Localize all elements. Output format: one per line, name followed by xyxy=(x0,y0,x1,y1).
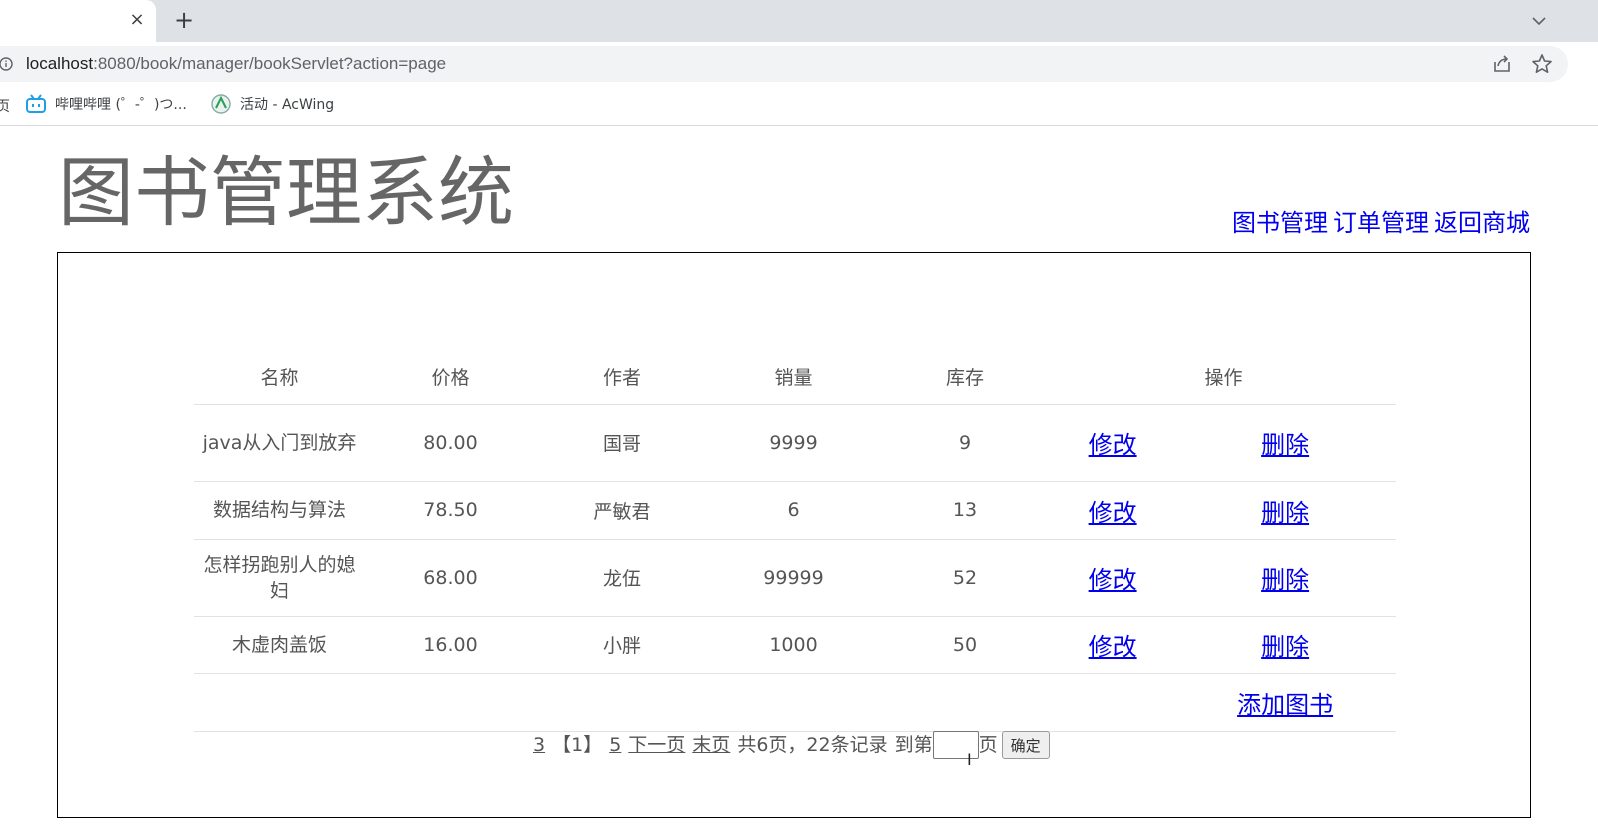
delete-link[interactable]: 删除 xyxy=(1261,431,1309,459)
book-stock: 13 xyxy=(879,481,1051,540)
page-link-next-number[interactable]: 5 xyxy=(609,731,621,759)
acwing-icon xyxy=(211,94,231,114)
chevron-down-icon[interactable] xyxy=(1526,8,1552,34)
edit-cell: 修改 xyxy=(1051,616,1175,674)
new-tab-button[interactable]: + xyxy=(170,6,198,34)
book-sales: 99999 xyxy=(708,539,879,617)
table-row: 木虚肉盖饭 16.00 小胖 1000 50 修改 删除 xyxy=(194,616,1396,674)
bookmark-acwing[interactable]: 活动 - AcWing xyxy=(210,92,334,116)
add-cell: 添加图书 xyxy=(1174,673,1396,732)
edit-cell: 修改 xyxy=(1051,404,1175,482)
url-host: localhost xyxy=(26,54,94,73)
bookmark-label: 活动 - AcWing xyxy=(240,97,335,113)
add-book-row: 添加图书 xyxy=(194,673,1396,732)
share-icon[interactable] xyxy=(1491,53,1513,75)
book-author: 国哥 xyxy=(536,404,708,482)
close-tab-icon[interactable]: × xyxy=(126,9,148,31)
col-header-stock: 库存 xyxy=(879,349,1051,405)
book-stock: 9 xyxy=(879,404,1051,482)
bookmark-star-icon[interactable] xyxy=(1530,52,1554,76)
info-icon[interactable] xyxy=(0,57,13,71)
address-url[interactable]: localhost:8080/book/manager/bookServlet?… xyxy=(26,52,446,76)
delete-link[interactable]: 删除 xyxy=(1261,633,1309,661)
book-name: 数据结构与算法 xyxy=(194,481,365,540)
add-book-link[interactable]: 添加图书 xyxy=(1237,691,1333,719)
table-row: java从入门到放弃 80.00 国哥 9999 9 修改 删除 xyxy=(194,404,1396,482)
col-header-price: 价格 xyxy=(365,349,536,405)
edit-cell: 修改 xyxy=(1051,481,1175,540)
edit-link[interactable]: 修改 xyxy=(1089,499,1137,527)
goto-suffix: 页 xyxy=(978,734,998,756)
book-stock: 52 xyxy=(879,539,1051,617)
book-stock: 50 xyxy=(879,616,1051,674)
edit-cell: 修改 xyxy=(1051,539,1175,617)
edit-link[interactable]: 修改 xyxy=(1089,566,1137,594)
book-price: 80.00 xyxy=(365,404,536,482)
page-summary: 共6页，22条记录 xyxy=(737,734,888,756)
delete-link[interactable]: 删除 xyxy=(1261,566,1309,594)
text-cursor-icon: I xyxy=(967,750,972,769)
edit-link[interactable]: 修改 xyxy=(1089,431,1137,459)
book-name: 木虚肉盖饭 xyxy=(194,616,365,674)
book-price: 68.00 xyxy=(365,539,536,617)
table-header-row: 名称 价格 作者 销量 库存 操作 xyxy=(194,349,1396,405)
col-header-sales: 销量 xyxy=(708,349,879,405)
delete-cell: 删除 xyxy=(1174,539,1396,617)
col-header-actions: 操作 xyxy=(1051,349,1396,405)
site-title: 图书管理系统 xyxy=(58,148,514,237)
current-page: 【1】 xyxy=(552,734,603,756)
book-name: 怎样拐跑别人的媳妇 xyxy=(194,539,365,617)
nav-book-manage[interactable]: 图书管理 xyxy=(1232,209,1328,237)
book-author: 严敏君 xyxy=(536,481,708,540)
bookmark-label: 哔哩哔哩 (゜-゜)つ... xyxy=(55,97,187,113)
book-price: 78.50 xyxy=(365,481,536,540)
book-sales: 9999 xyxy=(708,404,879,482)
url-path: :8080/book/manager/bookServlet?action=pa… xyxy=(93,54,447,73)
book-author: 小胖 xyxy=(536,616,708,674)
bookmark-bilibili[interactable]: 哔哩哔哩 (゜-゜)つ... xyxy=(25,92,187,116)
nav-order-manage[interactable]: 订单管理 xyxy=(1333,209,1429,237)
col-header-name: 名称 xyxy=(194,349,365,405)
last-page-link[interactable]: 末页 xyxy=(692,731,730,759)
book-price: 16.00 xyxy=(365,616,536,674)
delete-link[interactable]: 删除 xyxy=(1261,499,1309,527)
goto-confirm-button[interactable]: 确定 xyxy=(1001,731,1050,759)
bilibili-icon xyxy=(26,94,46,113)
delete-cell: 删除 xyxy=(1174,616,1396,674)
edit-link[interactable]: 修改 xyxy=(1089,633,1137,661)
col-header-author: 作者 xyxy=(536,349,708,405)
book-sales: 1000 xyxy=(708,616,879,674)
table-row: 数据结构与算法 78.50 严敏君 6 13 修改 删除 xyxy=(194,481,1396,540)
book-name: java从入门到放弃 xyxy=(194,404,365,482)
browser-tab[interactable]: × xyxy=(0,0,156,42)
goto-prefix: 到第 xyxy=(894,734,933,756)
table-row: 怎样拐跑别人的媳妇 68.00 龙伍 99999 52 修改 删除 xyxy=(194,539,1396,617)
book-sales: 6 xyxy=(708,481,879,540)
book-author: 龙伍 xyxy=(536,539,708,617)
top-nav: 图书管理 订单管理 返回商城 xyxy=(1232,206,1530,240)
pagination: 3 【1】 5 下一页 末页 共6页，22条记录 到第 页 确定 xyxy=(533,731,1050,759)
delete-cell: 删除 xyxy=(1174,481,1396,540)
nav-back-to-shop[interactable]: 返回商城 xyxy=(1434,209,1530,237)
bookmark-truncated[interactable]: 页 xyxy=(0,96,10,116)
browser-tab-strip: × + xyxy=(0,0,1598,42)
main-content: 名称 价格 作者 销量 库存 操作 java从入门到放弃 80.00 国哥 99… xyxy=(57,252,1531,818)
page-link-prev-number[interactable]: 3 xyxy=(533,731,545,759)
book-table: 名称 价格 作者 销量 库存 操作 java从入门到放弃 80.00 国哥 99… xyxy=(194,349,1396,732)
delete-cell: 删除 xyxy=(1174,404,1396,482)
next-page-link[interactable]: 下一页 xyxy=(628,731,685,759)
